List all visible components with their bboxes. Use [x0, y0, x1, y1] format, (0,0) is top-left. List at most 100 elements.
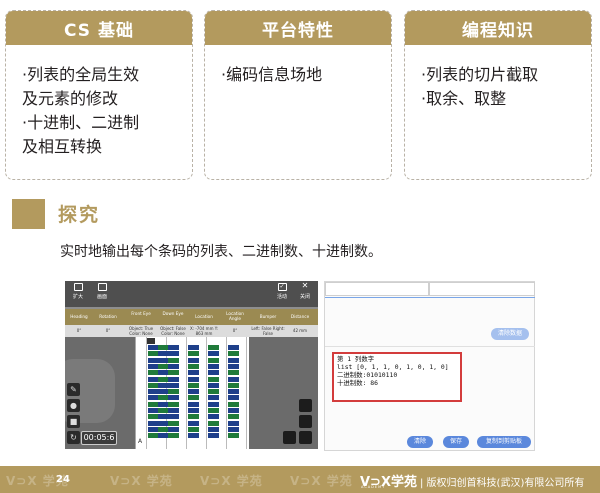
- barcode-cell: [188, 376, 199, 382]
- barcode-cell: [188, 351, 199, 357]
- barcode-cell: [168, 401, 179, 407]
- console-tab[interactable]: [429, 282, 535, 296]
- folder-icon[interactable]: [283, 431, 296, 444]
- card-cs-basics: CS 基础 ·列表的全局生效 及元素的修改 ·十进制、二进制 及相互转换: [5, 10, 193, 180]
- barcode-cell: [228, 370, 239, 376]
- close-button[interactable]: ✕ 关闭: [294, 281, 316, 301]
- card-programming-knowledge: 编程知识 ·列表的切片截取 ·取余、取整: [404, 10, 592, 180]
- brand-sub: ACADEMY: [361, 485, 386, 489]
- barcode-cell: [188, 401, 199, 407]
- copy-button[interactable]: 复制到剪贴板: [477, 436, 531, 448]
- sensor-header: Front Eye: [131, 311, 151, 316]
- barcode-cell: [228, 351, 239, 357]
- barcode-cell: [228, 420, 239, 426]
- barcode-cell: [188, 382, 199, 388]
- barcode-cell: [208, 401, 219, 407]
- output-line: 十进制数: 86: [337, 379, 378, 387]
- playground-field: A: [135, 337, 249, 449]
- barcode-cell: [228, 389, 239, 395]
- footer: 24 V⊃X 学苑 V⊃X 学苑 V⊃X 学苑 V⊃X 学苑 V⊃X学苑 ACA…: [0, 466, 600, 493]
- check-icon: ✓: [277, 283, 287, 291]
- robot-icon: [147, 338, 155, 344]
- sensor-header: Down Eye: [162, 311, 184, 316]
- sim-left-panel: ✎ ● ■ ↻ 00:05:6: [65, 337, 135, 449]
- section-title: 探究: [58, 204, 101, 226]
- console-screenshot: 清除数据 第 1 列数字 list [0, 1, 1, 0, 1, 0, 1, …: [324, 281, 535, 451]
- activity-button[interactable]: ✓ 活动: [271, 283, 293, 300]
- close-icon: ✕: [301, 281, 309, 290]
- barcode-cell: [228, 357, 239, 363]
- card-item: ·取余、取整: [421, 89, 507, 108]
- barcode-cell: [208, 408, 219, 413]
- reset-icon[interactable]: ↻: [67, 431, 80, 444]
- settings-icon[interactable]: [299, 431, 312, 444]
- stop-icon[interactable]: ■: [67, 415, 80, 428]
- card-title: 编程知识: [405, 11, 591, 45]
- clear-output-button[interactable]: 清除数据: [491, 328, 529, 340]
- barcode-cell: [188, 408, 199, 413]
- barcode-cell: [168, 389, 179, 395]
- barcode-cell: [168, 420, 179, 426]
- card-item: 及元素的修改: [22, 89, 119, 108]
- barcode-cell: [228, 382, 239, 388]
- screen-button[interactable]: 画面: [91, 283, 113, 300]
- barcode-cell: [228, 433, 239, 439]
- barcode-cell: [188, 357, 199, 363]
- barcode-cell: [228, 345, 239, 350]
- barcode-cell: [188, 345, 199, 350]
- field-label: A: [138, 438, 143, 445]
- barcode-cell: [208, 420, 219, 426]
- card-item: ·十进制、二进制: [22, 113, 140, 132]
- location-icon[interactable]: ●: [67, 399, 80, 412]
- pen-icon[interactable]: ✎: [67, 383, 80, 396]
- barcode-cell: [208, 345, 219, 350]
- expand-icon: [73, 283, 83, 291]
- output-line: 二进制数:01010110: [337, 371, 398, 379]
- barcode-cell: [168, 357, 179, 363]
- screen-icon: [97, 283, 107, 291]
- toolbar-label: 关闭: [299, 294, 310, 300]
- sensor-header: Location Angle: [226, 311, 244, 321]
- barcode-grid: [146, 337, 246, 441]
- sensor-value: X: -704 mm Y: 863 mm: [189, 326, 219, 336]
- barcode-cell: [208, 433, 219, 439]
- sim-toolbar: 扩大 画面 ✓ 活动 ✕ 关闭: [65, 281, 318, 307]
- barcode-cell: [228, 395, 239, 401]
- card-item: 及相互转换: [22, 137, 103, 156]
- barcode-cell: [208, 389, 219, 395]
- barcode-cell: [208, 382, 219, 388]
- barcode-cell: [208, 363, 219, 369]
- timer-display: 00:05:6: [81, 431, 117, 445]
- toolbar-label: 画面: [96, 294, 107, 300]
- output-line: list [0, 1, 1, 0, 1, 0, 1, 0]: [337, 363, 449, 371]
- grid-icon[interactable]: [299, 399, 312, 412]
- sensor-header: Location: [195, 314, 213, 319]
- expand-button[interactable]: 扩大: [67, 283, 89, 300]
- save-button[interactable]: 保存: [443, 436, 469, 448]
- barcode-cell: [168, 426, 179, 432]
- barcode-cell: [208, 395, 219, 401]
- barcode-cell: [168, 345, 179, 350]
- sim-right-panel: [249, 337, 318, 449]
- sensor-value-row: 0° 0° Object: True Color: None Object: F…: [65, 325, 318, 337]
- barcode-cell: [208, 357, 219, 363]
- barcode-cell: [168, 414, 179, 420]
- barcode-cell: [168, 433, 179, 439]
- copyright: | 版权归创首科技(武汉)有限公司所有: [420, 478, 585, 489]
- barcode-cell: [228, 376, 239, 382]
- barcode-cell: [228, 408, 239, 413]
- sensor-header: Rotation: [99, 314, 117, 319]
- sensor-value: 0°: [105, 328, 111, 333]
- barcode-cell: [168, 382, 179, 388]
- barcode-cell: [208, 376, 219, 382]
- barcode-cell: [208, 370, 219, 376]
- card-platform-features: 平台特性 ·编码信息场地: [204, 10, 392, 180]
- card-title: CS 基础: [6, 11, 192, 45]
- tool-icon[interactable]: [299, 415, 312, 428]
- sensor-header: Heading: [70, 314, 88, 319]
- clear-button[interactable]: 清除: [407, 436, 433, 448]
- barcode-cell: [168, 363, 179, 369]
- console-tab[interactable]: [325, 282, 429, 296]
- barcode-cell: [228, 426, 239, 432]
- barcode-cell: [188, 363, 199, 369]
